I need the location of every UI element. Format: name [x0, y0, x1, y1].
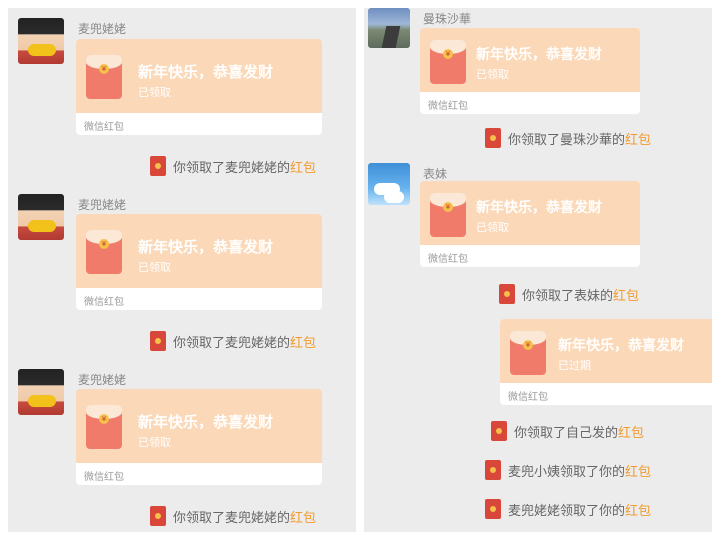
notice-text: 你领取了自己发的: [514, 425, 619, 441]
red-envelope-icon: [485, 499, 501, 519]
red-envelope-icon: [150, 156, 166, 176]
red-packet-footer: 微信红包: [428, 254, 468, 265]
notice-text: 你领取了麦兜姥姥的: [173, 335, 291, 351]
red-envelope-icon: ¥: [86, 55, 122, 99]
red-packet-card[interactable]: ¥ 新年快乐，恭喜发财 已领取 微信红包: [420, 28, 640, 114]
red-packet-status: 已过期: [558, 359, 591, 372]
red-packet-greeting: 新年快乐，恭喜发财: [138, 238, 274, 256]
system-notice: 麦兜姥姥领取了你的 红包: [485, 498, 651, 520]
red-packet-greeting: 新年快乐，恭喜发财: [558, 338, 684, 354]
notice-text: 麦兜姥姥领取了你的: [508, 503, 626, 519]
sender-avatar[interactable]: [18, 18, 64, 64]
red-packet-status: 已领取: [138, 261, 171, 274]
sender-avatar[interactable]: [18, 369, 64, 415]
system-notice: 你领取了麦兜姥姥的 红包: [150, 330, 316, 352]
notice-link[interactable]: 红包: [625, 461, 651, 480]
sender-avatar[interactable]: [18, 194, 64, 240]
notice-link[interactable]: 红包: [618, 422, 644, 441]
system-notice: 你领取了表妹的 红包: [499, 283, 639, 305]
red-envelope-icon: ¥: [86, 405, 122, 449]
notice-text: 你领取了表妹的: [522, 288, 614, 304]
own-red-packet-card[interactable]: ¥ 新年快乐，恭喜发财 已过期 微信红包: [500, 319, 712, 405]
red-packet-status: 已领取: [138, 86, 171, 99]
red-packet-footer: 微信红包: [428, 101, 468, 112]
notice-text: 你领取了麦兜姥姥的: [173, 510, 291, 526]
system-notice: 你领取了麦兜姥姥的 红包: [150, 505, 316, 527]
red-packet-greeting: 新年快乐，恭喜发财: [138, 413, 274, 431]
notice-link[interactable]: 红包: [625, 500, 651, 519]
red-envelope-icon: ¥: [430, 193, 466, 237]
system-notice: 你领取了麦兜姥姥的 红包: [150, 155, 316, 177]
system-notice: 你领取了自己发的 红包: [491, 420, 644, 442]
red-packet-card[interactable]: ¥ 新年快乐，恭喜发财 已领取 微信红包: [76, 389, 322, 485]
notice-text: 麦兜小姨领取了你的: [508, 464, 626, 480]
red-packet-footer: 微信红包: [84, 472, 124, 483]
sender-name: 麦兜姥姥: [78, 198, 127, 212]
red-packet-card[interactable]: ¥ 新年快乐，恭喜发财 已领取 微信红包: [76, 214, 322, 310]
red-packet-status: 已领取: [476, 221, 509, 234]
red-packet-status: 已领取: [476, 68, 509, 81]
red-envelope-icon: [485, 460, 501, 480]
chat-panel-right: 曼珠沙華 ¥ 新年快乐，恭喜发财 已领取 微信红包 你领取了曼珠沙華的 红包 表妹…: [364, 8, 712, 532]
red-envelope-icon: [150, 331, 166, 351]
red-packet-card[interactable]: ¥ 新年快乐，恭喜发财 已领取 微信红包: [420, 181, 640, 267]
red-envelope-icon: ¥: [510, 331, 546, 375]
red-packet-footer: 微信红包: [84, 122, 124, 133]
notice-link[interactable]: 红包: [625, 129, 651, 148]
sender-name: 麦兜姥姥: [78, 22, 127, 36]
red-envelope-icon: [150, 506, 166, 526]
notice-link[interactable]: 红包: [290, 157, 316, 176]
red-packet-card[interactable]: ¥ 新年快乐，恭喜发财 已领取 微信红包: [76, 39, 322, 135]
notice-link[interactable]: 红包: [613, 285, 639, 304]
red-packet-greeting: 新年快乐，恭喜发财: [476, 47, 602, 63]
red-envelope-icon: [485, 128, 501, 148]
notice-link[interactable]: 红包: [290, 332, 316, 351]
system-notice: 你领取了曼珠沙華的 红包: [485, 127, 651, 149]
sender-name: 麦兜姥姥: [78, 373, 127, 387]
red-packet-footer: 微信红包: [508, 392, 548, 403]
red-envelope-icon: ¥: [86, 230, 122, 274]
notice-text: 你领取了麦兜姥姥的: [173, 160, 291, 176]
sender-avatar[interactable]: [368, 8, 410, 48]
red-packet-greeting: 新年快乐，恭喜发财: [476, 200, 602, 216]
system-notice: 麦兜小姨领取了你的 红包: [485, 459, 651, 481]
notice-link[interactable]: 红包: [290, 507, 316, 526]
red-packet-footer: 微信红包: [84, 297, 124, 308]
sender-avatar[interactable]: [368, 163, 410, 205]
red-envelope-icon: [491, 421, 507, 441]
red-envelope-icon: [499, 284, 515, 304]
sender-name: 曼珠沙華: [423, 12, 472, 26]
chat-panel-left: 麦兜姥姥 ¥ 新年快乐，恭喜发财 已领取 微信红包 你领取了麦兜姥姥的 红包 麦兜…: [8, 8, 356, 532]
sender-name: 表妹: [423, 167, 448, 181]
red-packet-greeting: 新年快乐，恭喜发财: [138, 63, 274, 81]
notice-text: 你领取了曼珠沙華的: [508, 132, 626, 148]
red-envelope-icon: ¥: [430, 40, 466, 84]
red-packet-status: 已领取: [138, 436, 171, 449]
